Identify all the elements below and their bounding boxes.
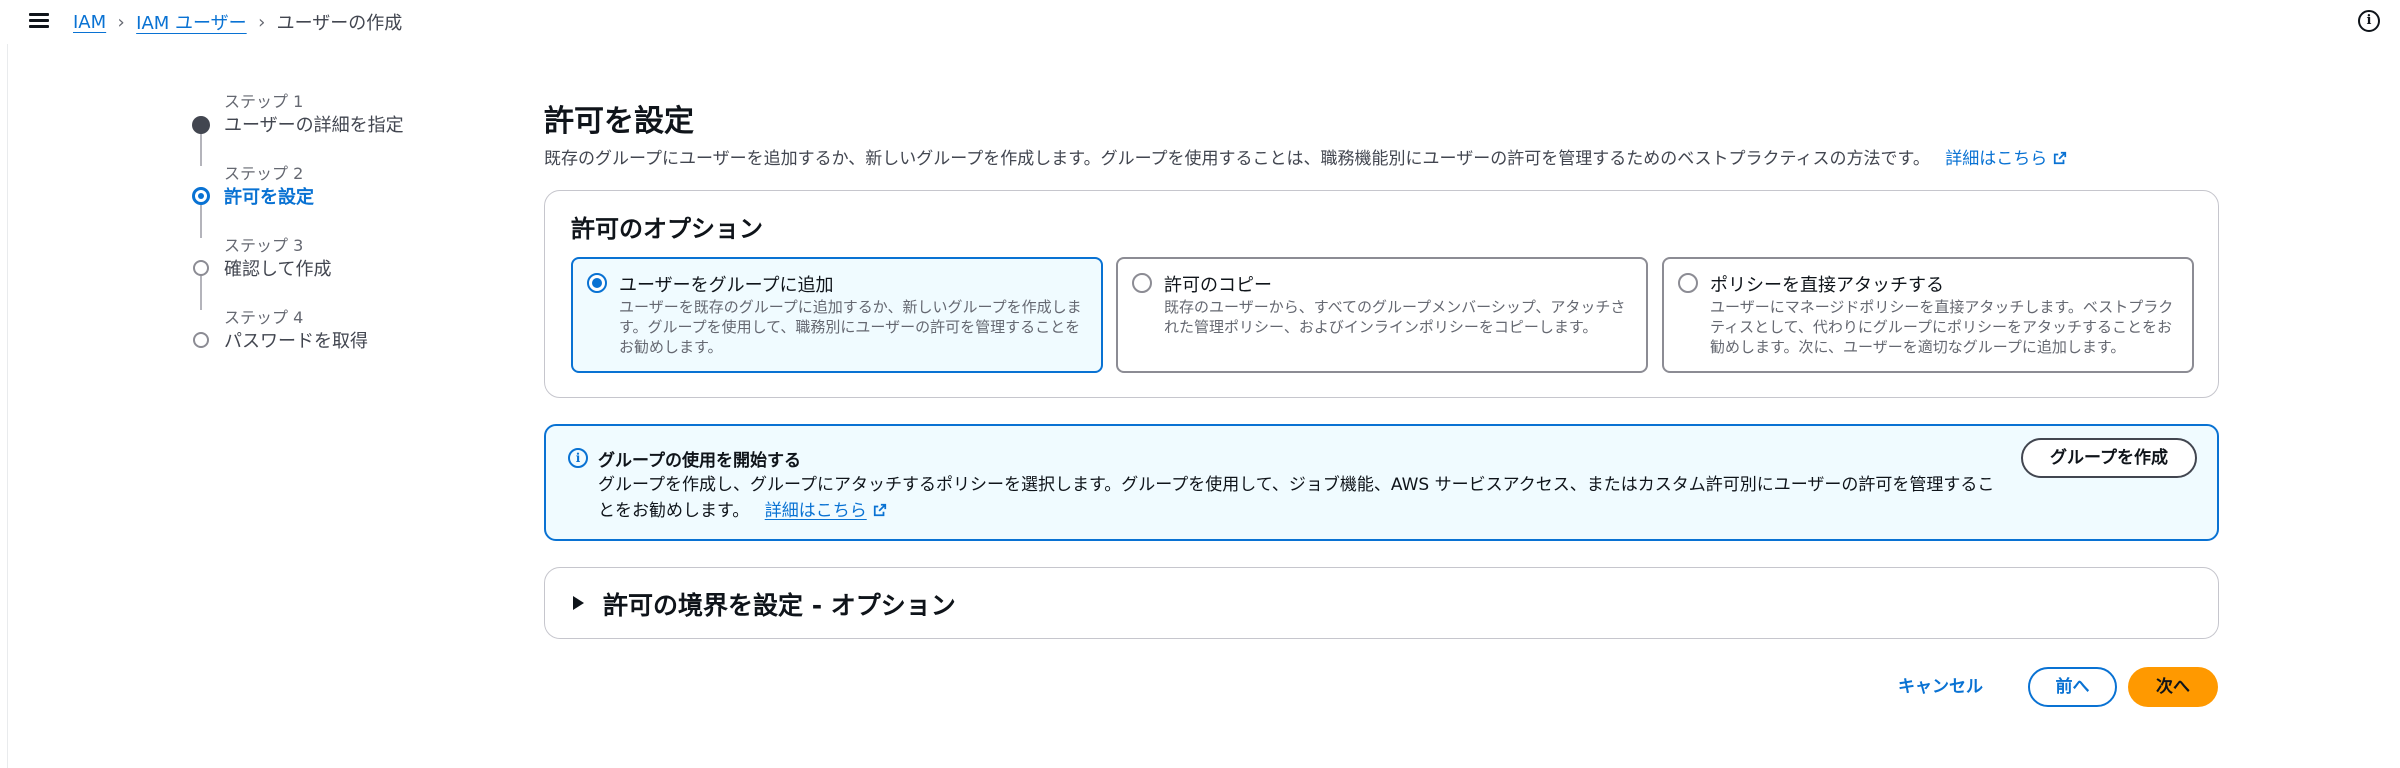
info-icon[interactable]: i [2358,10,2380,32]
step-label: ステップ 4 [224,308,304,327]
page-description: 既存のグループにユーザーを追加するか、新しいグループを作成します。グループを使用… [544,144,2067,169]
breadcrumb-iam-users[interactable]: IAM ユーザー [136,9,247,35]
step-connector [200,202,202,238]
option-title: ユーザーをグループに追加 [619,275,834,296]
chevron-right-icon: › [258,11,266,33]
alert-title: グループの使用を開始する [598,451,801,471]
radio-button[interactable] [587,273,607,293]
option-description: 既存のユーザーから、すべてのグループメンバーシップ、アタッチされた管理ポリシー、… [1164,298,1626,336]
cancel-button[interactable]: キャンセル [1898,672,1983,697]
external-link-icon [2054,151,2067,165]
step-active-indicator [192,187,210,205]
chevron-right-icon: › [117,11,125,33]
step-label: ステップ 2 [224,164,304,183]
alert-learn-more-label: 詳細はこちら [764,501,867,521]
option-title: 許可のコピー [1164,275,1272,296]
step-title: 許可を設定 [224,187,314,208]
learn-more-link[interactable]: 詳細はこちら [1945,149,2067,169]
breadcrumb-iam[interactable]: IAM [73,12,106,33]
learn-more-label: 詳細はこちら [1945,149,2048,169]
option-description: ユーザーにマネージドポリシーを直接アタッチします。ベストプラクティスとして、代わ… [1710,298,2174,356]
permission-options-title: 許可のオプション [571,215,763,243]
page-title: 許可を設定 [544,104,694,139]
alert-learn-more-link[interactable]: 詳細はこちら [765,501,887,521]
permission-boundary-title[interactable]: 許可の境界を設定 - オプション [603,586,956,622]
menu-icon[interactable] [29,12,51,30]
info-icon: i [568,448,588,468]
alert-text: グループを作成し、グループにアタッチするポリシーを選択します。グループを使用して… [598,472,1998,524]
caret-right-icon[interactable] [573,596,584,610]
step-pending-indicator [193,332,209,348]
step-title: パスワードを取得 [224,331,368,352]
option-copy-permissions[interactable]: 許可のコピー 既存のユーザーから、すべてのグループメンバーシップ、アタッチされた… [1116,257,1648,373]
radio-button[interactable] [1132,273,1152,293]
breadcrumb-current: ユーザーの作成 [276,13,403,34]
previous-button[interactable]: 前へ [2028,667,2117,707]
permission-options-card: 許可のオプション ユーザーをグループに追加 ユーザーを既存のグループに追加するか… [544,190,2219,398]
step-done-indicator [192,116,210,134]
step-label: ステップ 1 [224,92,304,111]
step-label: ステップ 3 [224,236,304,255]
step-pending-indicator [193,260,209,276]
external-link-icon [873,503,886,517]
permission-boundary-section[interactable]: 許可の境界を設定 - オプション [544,567,2219,639]
option-attach-policies[interactable]: ポリシーを直接アタッチする ユーザーにマネージドポリシーを直接アタッチします。ベ… [1662,257,2194,373]
create-group-button[interactable]: グループを作成 [2021,438,2197,478]
radio-button[interactable] [1678,273,1698,293]
breadcrumb: IAM › IAM ユーザー › ユーザーの作成 [73,9,403,35]
option-description: ユーザーを既存のグループに追加するか、新しいグループを作成します。グループを使用… [619,298,1082,356]
divider [7,44,8,768]
option-add-to-group[interactable]: ユーザーをグループに追加 ユーザーを既存のグループに追加するか、新しいグループを… [571,257,1103,373]
next-button[interactable]: 次へ [2128,667,2218,707]
step-connector [200,130,202,166]
step-title: ユーザーの詳細を指定 [224,115,404,136]
info-alert: i グループの使用を開始する グループを作成し、グループにアタッチするポリシーを… [544,424,2219,541]
page-description-text: 既存のグループにユーザーを追加するか、新しいグループを作成します。グループを使用… [544,149,1930,169]
option-title: ポリシーを直接アタッチする [1710,275,1944,296]
top-bar: IAM › IAM ユーザー › ユーザーの作成 i [0,0,2400,44]
step-connector [200,274,202,310]
step-title: 確認して作成 [224,259,332,280]
